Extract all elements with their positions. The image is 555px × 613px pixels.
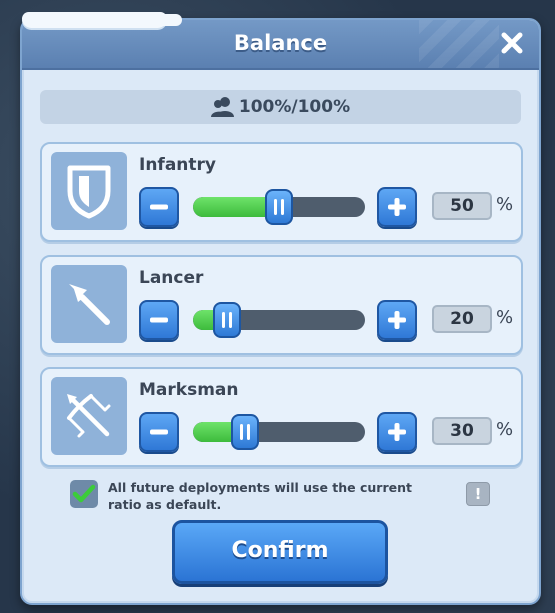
percent-input[interactable]: 30	[432, 417, 492, 445]
shield-icon	[67, 165, 111, 219]
troop-name: Lancer	[139, 268, 204, 288]
checkmark-icon	[72, 484, 96, 503]
percent-input[interactable]: 50	[432, 192, 492, 220]
increase-button[interactable]	[377, 412, 417, 452]
dialog-title: Balance	[233, 31, 328, 55]
percent-input[interactable]: 20	[432, 305, 492, 333]
minus-icon	[150, 429, 168, 435]
minus-icon	[150, 204, 168, 210]
crossbow-icon	[67, 394, 111, 438]
troop-card-infantry: Infantry 50 %	[40, 142, 523, 242]
close-button[interactable]	[497, 28, 527, 58]
slider-thumb[interactable]	[213, 302, 242, 338]
balance-dialog: Balance 100%/100% Infantry 50 % Lancer 2…	[20, 18, 541, 605]
lance-icon	[69, 284, 110, 325]
plus-icon	[388, 198, 406, 216]
slider-thumb[interactable]	[230, 414, 259, 450]
troop-name: Infantry	[139, 155, 216, 175]
plus-icon	[388, 311, 406, 329]
snow-decoration	[120, 14, 182, 26]
users-icon	[210, 97, 234, 117]
troop-icon-box	[51, 265, 127, 343]
confirm-button[interactable]: Confirm	[172, 520, 388, 584]
percent-slider-track[interactable]	[193, 422, 365, 442]
troop-card-marksman: Marksman 30 %	[40, 367, 523, 467]
percent-sign: %	[496, 194, 514, 215]
troop-icon-box	[51, 377, 127, 455]
minus-icon	[150, 317, 168, 323]
decrease-button[interactable]	[139, 300, 179, 340]
default-ratio-text: All future deployments will use the curr…	[108, 480, 412, 512]
slider-thumb[interactable]	[265, 189, 293, 225]
troop-card-lancer: Lancer 20 %	[40, 255, 523, 355]
troop-icon-box	[51, 152, 127, 230]
close-icon	[501, 32, 523, 54]
decrease-button[interactable]	[139, 412, 179, 452]
increase-button[interactable]	[377, 300, 417, 340]
default-ratio-checkbox[interactable]	[70, 480, 98, 508]
capacity-bar: 100%/100%	[40, 90, 521, 124]
capacity-text: 100%/100%	[238, 97, 351, 117]
troop-name: Marksman	[139, 380, 239, 400]
info-button[interactable]: !	[466, 482, 490, 506]
decrease-button[interactable]	[139, 187, 179, 227]
increase-button[interactable]	[377, 187, 417, 227]
plus-icon	[388, 423, 406, 441]
percent-sign: %	[496, 419, 514, 440]
percent-sign: %	[496, 307, 514, 328]
